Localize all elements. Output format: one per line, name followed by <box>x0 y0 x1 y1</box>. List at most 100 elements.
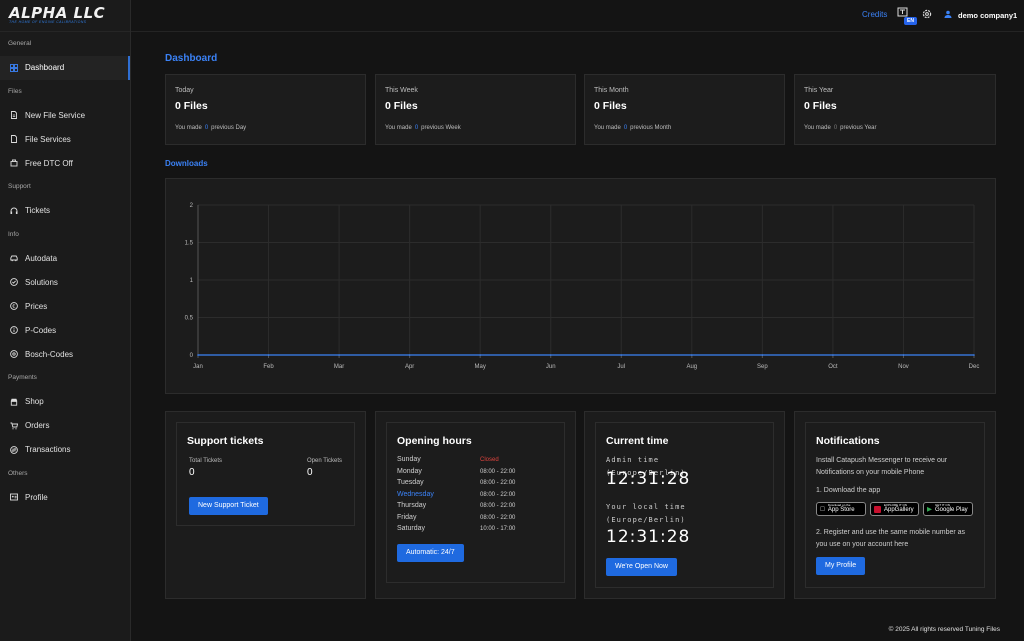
data-point <box>620 354 623 356</box>
current-time-title: Current time <box>606 435 669 447</box>
y-tick-label: 1.5 <box>185 241 194 247</box>
stat-card-this-week: This Week 0 Files You made 0 previous Week <box>375 74 576 145</box>
y-tick-label: 0.5 <box>185 316 194 322</box>
day-hours: 08:00 - 22:00 <box>480 480 516 486</box>
sidebar-item-profile[interactable]: Profile <box>0 485 130 509</box>
headset-icon <box>10 207 18 215</box>
opening-hours-row: Monday 08:00 - 22:00 <box>397 468 557 479</box>
day-hours: 08:00 - 22:00 <box>480 514 516 521</box>
opening-hours-row: Thursday 08:00 - 22:00 <box>397 502 557 513</box>
sidebar-item-free-dtc-off[interactable]: Free DTC Off <box>0 151 130 175</box>
sidebar-item-label: Prices <box>25 301 48 311</box>
automatic-button[interactable]: Automatic: 24/7 <box>397 544 464 562</box>
open-now-button[interactable]: We're Open Now <box>606 558 677 576</box>
new-support-ticket-button[interactable]: New Support Ticket <box>189 497 268 515</box>
document-icon <box>10 135 18 143</box>
sidebar: ALPHA LLC THE HOME OF ENGINE CALIBRATION… <box>0 0 131 641</box>
day-label: Saturday <box>397 525 426 532</box>
grid-icon <box>10 63 18 72</box>
data-point <box>973 354 975 356</box>
day-hours: 08:00 - 22:00 <box>480 491 516 498</box>
day-label: Tuesday <box>397 479 424 486</box>
settings-circle-icon <box>10 350 18 358</box>
stat-card-this-year: This Year 0 Files You made 0 previous Year <box>794 74 996 145</box>
sidebar-item-dashboard[interactable]: Dashboard <box>0 55 130 80</box>
day-label: Wednesday <box>397 490 434 498</box>
stat-card-today: Today 0 Files You made 0 previous Day <box>165 74 366 145</box>
sidebar-item-p-codes[interactable]: P-Codes <box>0 318 130 342</box>
sidebar-section-support: Support <box>8 183 31 190</box>
google-play-name: Google Play <box>935 507 968 513</box>
sidebar-section-info: Info <box>8 230 19 238</box>
gear-icon <box>922 9 932 19</box>
x-tick-label: Sep <box>757 364 768 370</box>
day-label: Friday <box>397 513 417 521</box>
data-point <box>832 354 834 356</box>
stat-label: Today <box>175 87 194 94</box>
google-play-badge[interactable]: ▶ GET IT ON Google Play <box>923 502 973 516</box>
settings-button[interactable] <box>921 8 933 22</box>
sidebar-item-label: New File Service <box>25 110 86 120</box>
sidebar-item-bosch-codes[interactable]: Bosch-Codes <box>0 342 130 366</box>
y-tick-label: 2 <box>190 203 194 209</box>
sidebar-item-autodata[interactable]: Autodata <box>0 246 130 270</box>
file-icon <box>10 111 18 119</box>
opening-hours-row: Friday 08:00 - 22:00 <box>397 514 557 525</box>
data-point <box>691 354 693 356</box>
app-store-badge[interactable]:  Download on theApp Store <box>816 502 866 516</box>
day-hours: 08:00 - 22:00 <box>480 468 516 475</box>
user-menu[interactable]: demo company1 <box>944 10 1017 20</box>
day-hours: 08:00 - 22:00 <box>480 503 516 509</box>
sidebar-item-prices[interactable]: € Prices <box>0 294 130 318</box>
sidebar-section-general: General <box>8 40 32 47</box>
sidebar-item-tickets[interactable]: Tickets <box>0 199 130 223</box>
x-tick-label: Apr <box>405 364 414 370</box>
stat-prefix: You made <box>385 125 412 131</box>
x-tick-label: Nov <box>898 364 909 370</box>
my-profile-button[interactable]: My Profile <box>816 557 866 575</box>
stat-comparison: You made 0 previous Day <box>175 125 246 131</box>
total-tickets-value: 0 <box>189 467 195 478</box>
sidebar-item-orders[interactable]: Orders <box>0 414 130 438</box>
data-point <box>197 354 199 356</box>
x-tick-label: Jun <box>546 364 556 370</box>
sidebar-item-new-file-service[interactable]: New File Service <box>0 103 130 127</box>
opening-hours-row: Sunday Closed <box>397 456 557 467</box>
sidebar-section-files: Files <box>8 87 22 95</box>
euro-icon: € <box>10 302 18 310</box>
data-point <box>479 354 481 356</box>
x-tick-label: Mar <box>334 364 344 370</box>
stat-comparison: You made 0 previous Week <box>385 125 461 131</box>
stat-value: 0 Files <box>594 100 627 112</box>
x-tick-label: Jan <box>193 364 203 370</box>
stat-prefix: You made <box>175 125 202 131</box>
sidebar-item-label: Solutions <box>25 277 58 287</box>
sidebar-item-transactions[interactable]: Transactions <box>0 438 130 462</box>
app-gallery-badge[interactable]: EXPLORE IT ON AppGallery <box>870 502 919 516</box>
download-step: 1. Download the app <box>816 487 881 494</box>
sidebar-item-label: Autodata <box>25 253 58 263</box>
stat-prefix: You made <box>804 125 831 131</box>
notifications-title: Notifications <box>816 435 880 447</box>
stat-count: 0 <box>414 125 419 131</box>
stat-label: This Year <box>804 87 834 94</box>
main-content: Dashboard Today 0 Files You made 0 previous … <box>131 32 1024 641</box>
shop-icon <box>10 398 18 406</box>
stat-suffix: previous Day <box>211 125 247 131</box>
sidebar-item-label: Profile <box>25 492 48 502</box>
sidebar-item-solutions[interactable]: Solutions <box>0 270 130 294</box>
stat-suffix: previous Year <box>840 125 877 131</box>
x-tick-label: Feb <box>263 364 274 370</box>
info-icon <box>10 326 18 334</box>
sidebar-item-file-services[interactable]: File Services <box>0 127 130 151</box>
current-time-panel: Current time Admin time (Europe/Berlin) … <box>595 422 774 588</box>
opening-hours-card: Opening hours Sunday Closed Monday 08:00 - … <box>375 411 576 599</box>
brand-logo[interactable]: ALPHA LLC THE HOME OF ENGINE CALIBRATION… <box>0 0 130 32</box>
language-badge[interactable]: EN <box>904 17 917 25</box>
data-point <box>549 354 552 356</box>
stat-count: 0 <box>204 125 209 131</box>
notifications-panel: Notifications Install Catapush Messenger… <box>805 422 985 588</box>
credits-link[interactable]: Credits <box>862 10 888 19</box>
sidebar-item-shop[interactable]: Shop <box>0 390 130 414</box>
stat-label: This Month <box>594 87 629 94</box>
